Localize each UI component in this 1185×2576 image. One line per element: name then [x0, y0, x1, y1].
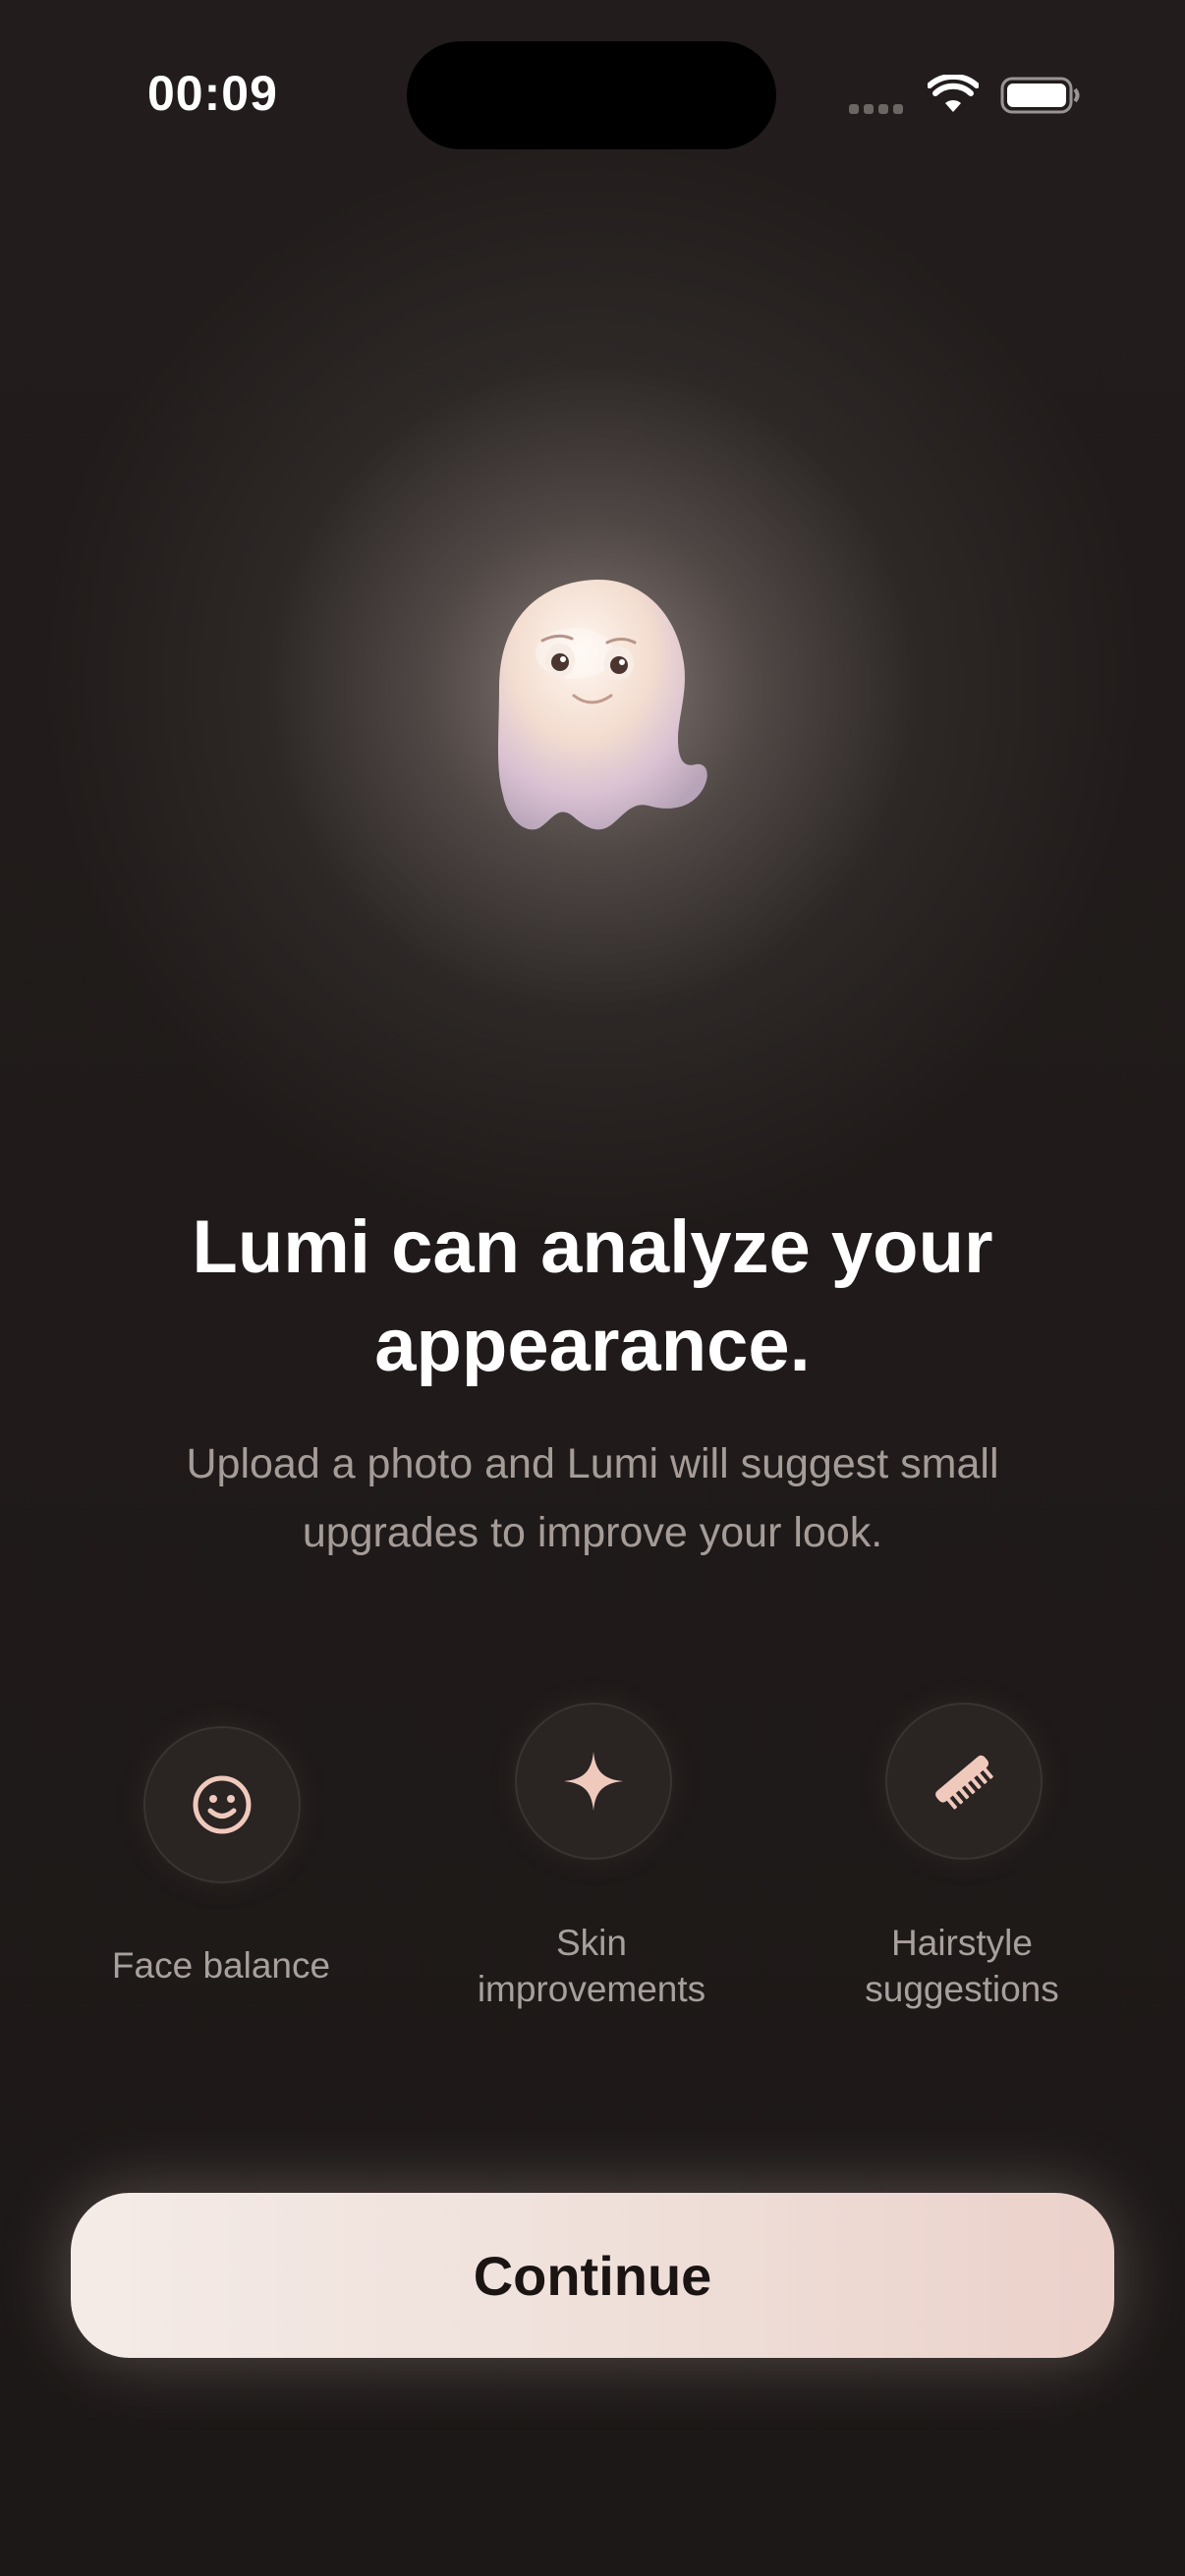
page-subtitle-line-2: upgrades to improve your look. — [302, 1509, 883, 1556]
sparkle-icon — [564, 1752, 623, 1811]
continue-button[interactable]: Continue — [71, 2193, 1114, 2358]
cellular-signal-icon — [849, 104, 903, 114]
wifi-icon — [928, 75, 979, 112]
page-subtitle-line-1: Upload a photo and Lumi will suggest sma… — [186, 1440, 999, 1487]
battery-icon — [1000, 77, 1080, 114]
dynamic-island — [407, 41, 776, 149]
feature-skin-improvements-circle — [515, 1703, 672, 1860]
feature-face-balance-label: Face balance — [111, 1945, 331, 1986]
smiley-face-icon — [193, 1775, 252, 1834]
page-title-line-1: Lumi can analyze your — [192, 1205, 993, 1289]
feature-hairstyle-suggestions-circle — [885, 1703, 1043, 1860]
ghost-mascot — [498, 580, 707, 830]
page-title-line-2: appearance. — [374, 1304, 811, 1387]
feature-face-balance-circle — [143, 1726, 301, 1883]
feature-hairstyle-suggestions-label: Hairstyle suggestions — [865, 1923, 1059, 2009]
comb-icon — [935, 1755, 993, 1810]
page-subtitle: Upload a photo and Lumi will suggest sma… — [98, 1429, 1087, 1567]
status-time: 00:09 — [147, 66, 278, 121]
page-title: Lumi can analyze your appearance. — [59, 1199, 1126, 1395]
onboarding-screen: 00:09 Lumi can analyze your appearance. … — [0, 0, 1185, 2576]
feature-skin-improvements-label: Skin improvements — [477, 1923, 706, 2009]
